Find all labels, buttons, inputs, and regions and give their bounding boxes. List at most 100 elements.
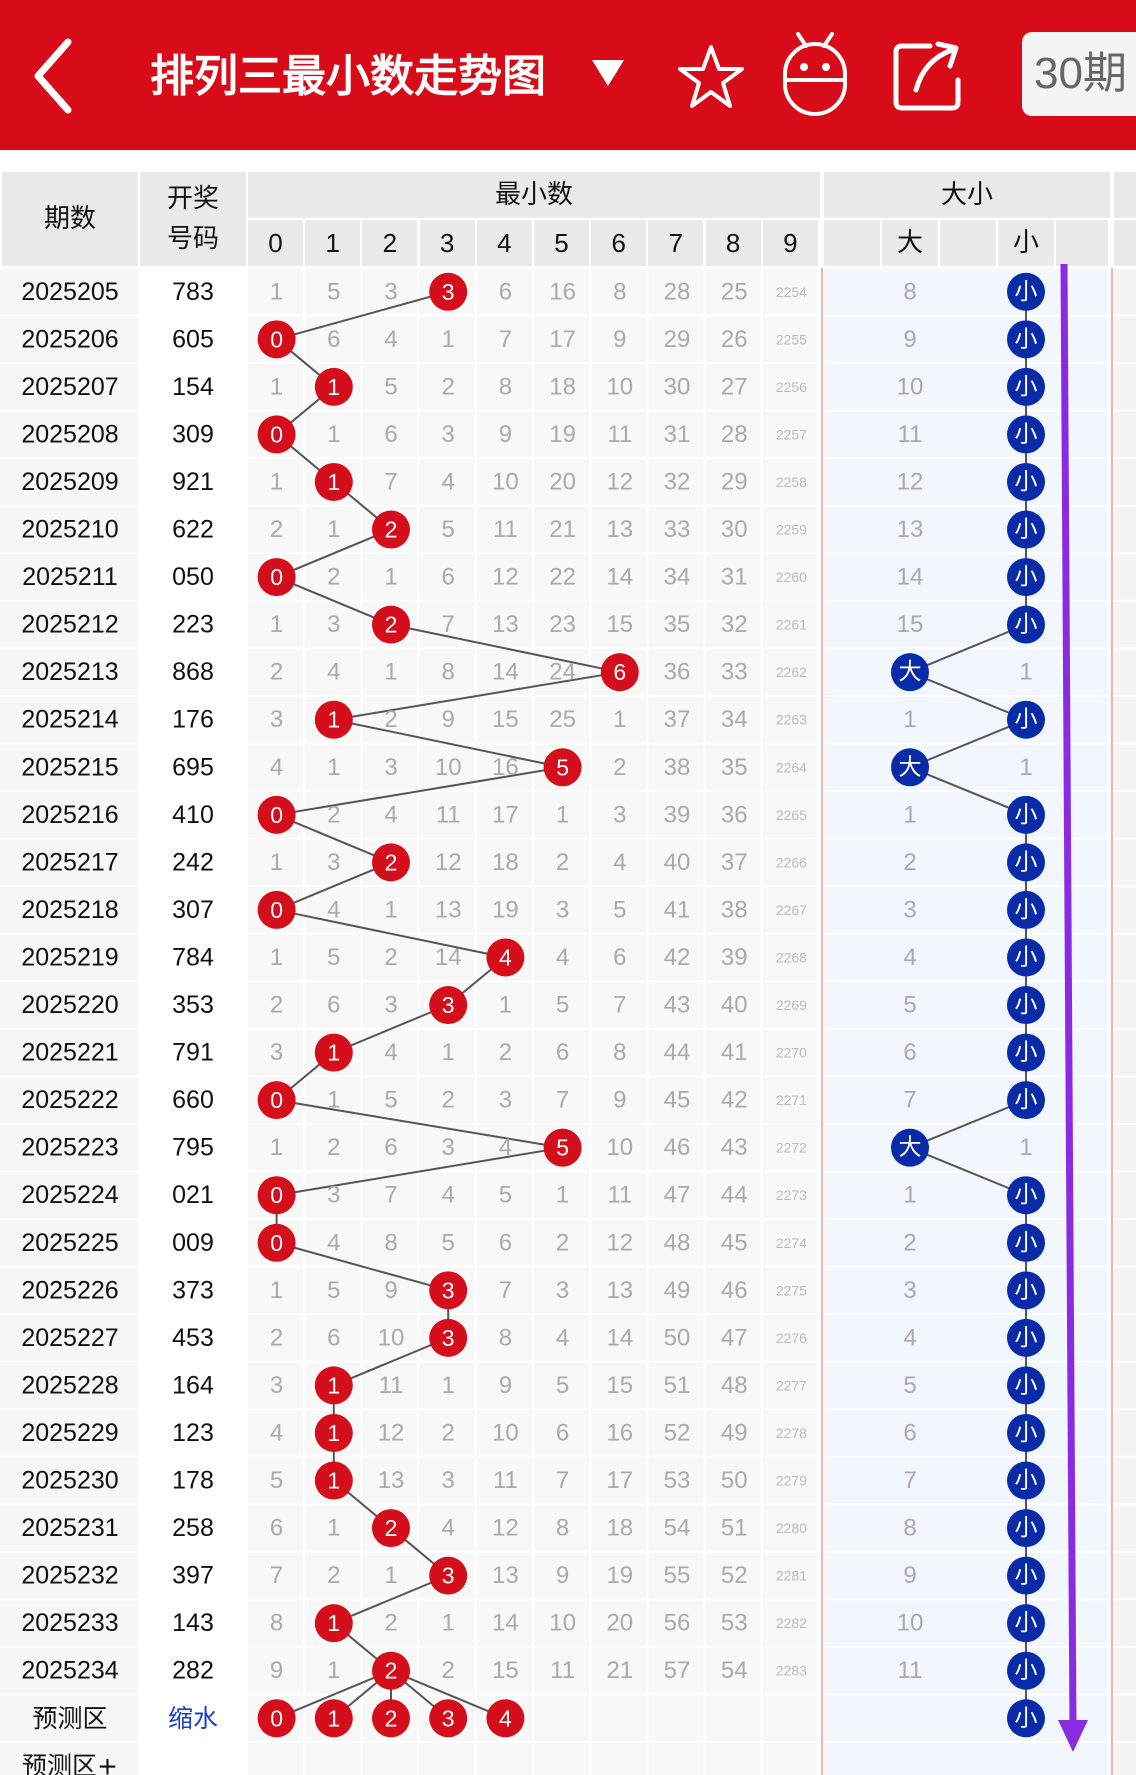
issue-number: 2025227 bbox=[21, 1324, 118, 1352]
miss-count-digit-7: 35 bbox=[664, 611, 691, 638]
miss-count-digit-9: 2275 bbox=[776, 1282, 807, 1298]
miss-count-digit-9: 2261 bbox=[776, 617, 807, 633]
miss-count-digit-6: 8 bbox=[613, 278, 626, 305]
dropdown-triangle-icon bbox=[592, 60, 624, 86]
big-miss-count: 4 bbox=[903, 1324, 916, 1351]
big-miss-count: 7 bbox=[903, 1087, 916, 1114]
draw-number: 410 bbox=[172, 801, 214, 829]
size-ball-label: 小 bbox=[1015, 1420, 1038, 1446]
issue-number: 2025207 bbox=[21, 373, 118, 401]
miss-count-digit-8: 36 bbox=[721, 801, 748, 828]
miss-count-digit-5: 20 bbox=[549, 468, 576, 495]
miss-count-digit-3: 14 bbox=[435, 944, 462, 971]
miss-count-digit-8: 51 bbox=[721, 1515, 748, 1542]
miss-count-digit-9: 2264 bbox=[776, 759, 807, 775]
issue-number: 2025225 bbox=[21, 1229, 118, 1257]
miss-count-digit-2: 7 bbox=[384, 1182, 397, 1209]
draw-number: 622 bbox=[172, 516, 214, 544]
big-miss-count: 8 bbox=[903, 1515, 916, 1542]
cell-bg bbox=[762, 1695, 818, 1742]
miss-count-digit-7: 32 bbox=[664, 468, 691, 495]
big-miss-count: 13 bbox=[897, 516, 924, 543]
cell-bg bbox=[824, 1124, 1108, 1171]
miss-count-digit-5: 10 bbox=[549, 1610, 576, 1637]
cell-bg bbox=[534, 1695, 590, 1742]
miss-count-digit-3: 4 bbox=[442, 1182, 455, 1209]
miss-count-digit-8: 28 bbox=[721, 421, 748, 448]
miss-count-digit-8: 44 bbox=[721, 1182, 748, 1209]
miss-count-digit-0: 1 bbox=[270, 468, 283, 495]
miss-count-digit-2: 3 bbox=[384, 278, 397, 305]
miss-count-digit-8: 35 bbox=[721, 754, 748, 781]
min-digit-ball-label: 2 bbox=[385, 517, 398, 543]
miss-count-digit-8: 43 bbox=[721, 1134, 748, 1161]
min-digit-ball-label: 1 bbox=[327, 1610, 340, 1636]
size-ball-label: 小 bbox=[1015, 849, 1038, 875]
miss-count-digit-3: 3 bbox=[442, 1467, 455, 1494]
miss-count-digit-2: 12 bbox=[378, 1419, 405, 1446]
min-digit-ball-label: 0 bbox=[270, 802, 283, 828]
draw-number: 397 bbox=[172, 1562, 214, 1590]
miss-count-digit-7: 34 bbox=[664, 564, 691, 591]
min-digit-ball-label: 3 bbox=[442, 1277, 455, 1303]
miss-count-digit-9: 2278 bbox=[776, 1425, 807, 1441]
cell-bg bbox=[648, 1695, 704, 1742]
back-button[interactable] bbox=[30, 36, 80, 116]
miss-count-digit-4: 11 bbox=[493, 1467, 518, 1494]
issue-number: 2025215 bbox=[21, 753, 118, 781]
miss-count-digit-2: 2 bbox=[384, 944, 397, 971]
big-miss-count: 1 bbox=[903, 801, 916, 828]
miss-count-digit-9: 2269 bbox=[776, 997, 807, 1013]
prediction-plus-label: 预测区+ bbox=[22, 1751, 118, 1775]
favorite-button[interactable] bbox=[676, 44, 746, 115]
cell-bg bbox=[1110, 459, 1136, 505]
min-digit-ball-label: 0 bbox=[270, 326, 283, 352]
miss-count-digit-6: 8 bbox=[613, 1039, 626, 1066]
top-bar: 排列三最小数走势图 30期 bbox=[0, 0, 1136, 150]
miss-count-digit-5: 7 bbox=[556, 1087, 569, 1114]
prediction-note-link[interactable]: 缩水 bbox=[168, 1704, 218, 1733]
miss-count-digit-5: 16 bbox=[549, 278, 576, 305]
miss-count-digit-6: 18 bbox=[606, 1515, 633, 1542]
miss-count-digit-0: 7 bbox=[270, 1562, 283, 1589]
miss-count-digit-4: 19 bbox=[492, 896, 519, 923]
miss-count-digit-7: 51 bbox=[664, 1372, 691, 1399]
miss-count-digit-5: 2 bbox=[556, 1229, 569, 1256]
miss-count-digit-9: 2254 bbox=[776, 284, 807, 300]
size-ball-label: 小 bbox=[1015, 944, 1038, 970]
cell-bg bbox=[824, 1410, 1108, 1456]
miss-count-digit-7: 36 bbox=[664, 659, 691, 686]
miss-count-digit-6: 13 bbox=[606, 516, 633, 543]
cell-bg bbox=[1110, 744, 1136, 791]
cell-bg bbox=[824, 1362, 1108, 1409]
miss-count-digit-7: 55 bbox=[664, 1562, 691, 1589]
miss-count-digit-7: 39 bbox=[664, 801, 691, 828]
cell-bg bbox=[591, 1695, 647, 1742]
miss-count-digit-3: 1 bbox=[442, 1372, 455, 1399]
share-button[interactable] bbox=[890, 38, 970, 119]
min-digit-ball-label: 0 bbox=[270, 897, 283, 923]
miss-count-digit-6: 21 bbox=[606, 1657, 633, 1684]
robot-assistant-button[interactable] bbox=[780, 30, 850, 123]
miss-count-digit-5: 11 bbox=[550, 1657, 575, 1684]
miss-count-digit-0: 6 bbox=[270, 1515, 283, 1542]
title-dropdown-button[interactable] bbox=[590, 56, 626, 97]
size-ball-label: 小 bbox=[1015, 1372, 1038, 1398]
miss-count-digit-8: 26 bbox=[721, 326, 748, 353]
page-title[interactable]: 排列三最小数走势图 bbox=[150, 42, 546, 112]
miss-count-digit-7: 43 bbox=[664, 992, 691, 1019]
period-selector[interactable]: 30期 bbox=[1022, 32, 1136, 116]
miss-count-digit-7: 45 bbox=[664, 1087, 691, 1114]
issue-number: 2025224 bbox=[21, 1181, 118, 1209]
issue-number: 2025234 bbox=[21, 1657, 118, 1685]
cell-bg bbox=[305, 1743, 361, 1775]
draw-number: 242 bbox=[172, 848, 214, 876]
cell-bg bbox=[1110, 982, 1136, 1028]
miss-count-digit-6: 2 bbox=[613, 754, 626, 781]
size-ball-label: 小 bbox=[1015, 1515, 1038, 1541]
big-miss-count: 10 bbox=[897, 373, 924, 400]
miss-count-digit-5: 1 bbox=[556, 801, 569, 828]
cell-bg bbox=[1110, 601, 1136, 648]
miss-count-digit-7: 33 bbox=[664, 516, 691, 543]
draw-number: 791 bbox=[172, 1039, 214, 1067]
